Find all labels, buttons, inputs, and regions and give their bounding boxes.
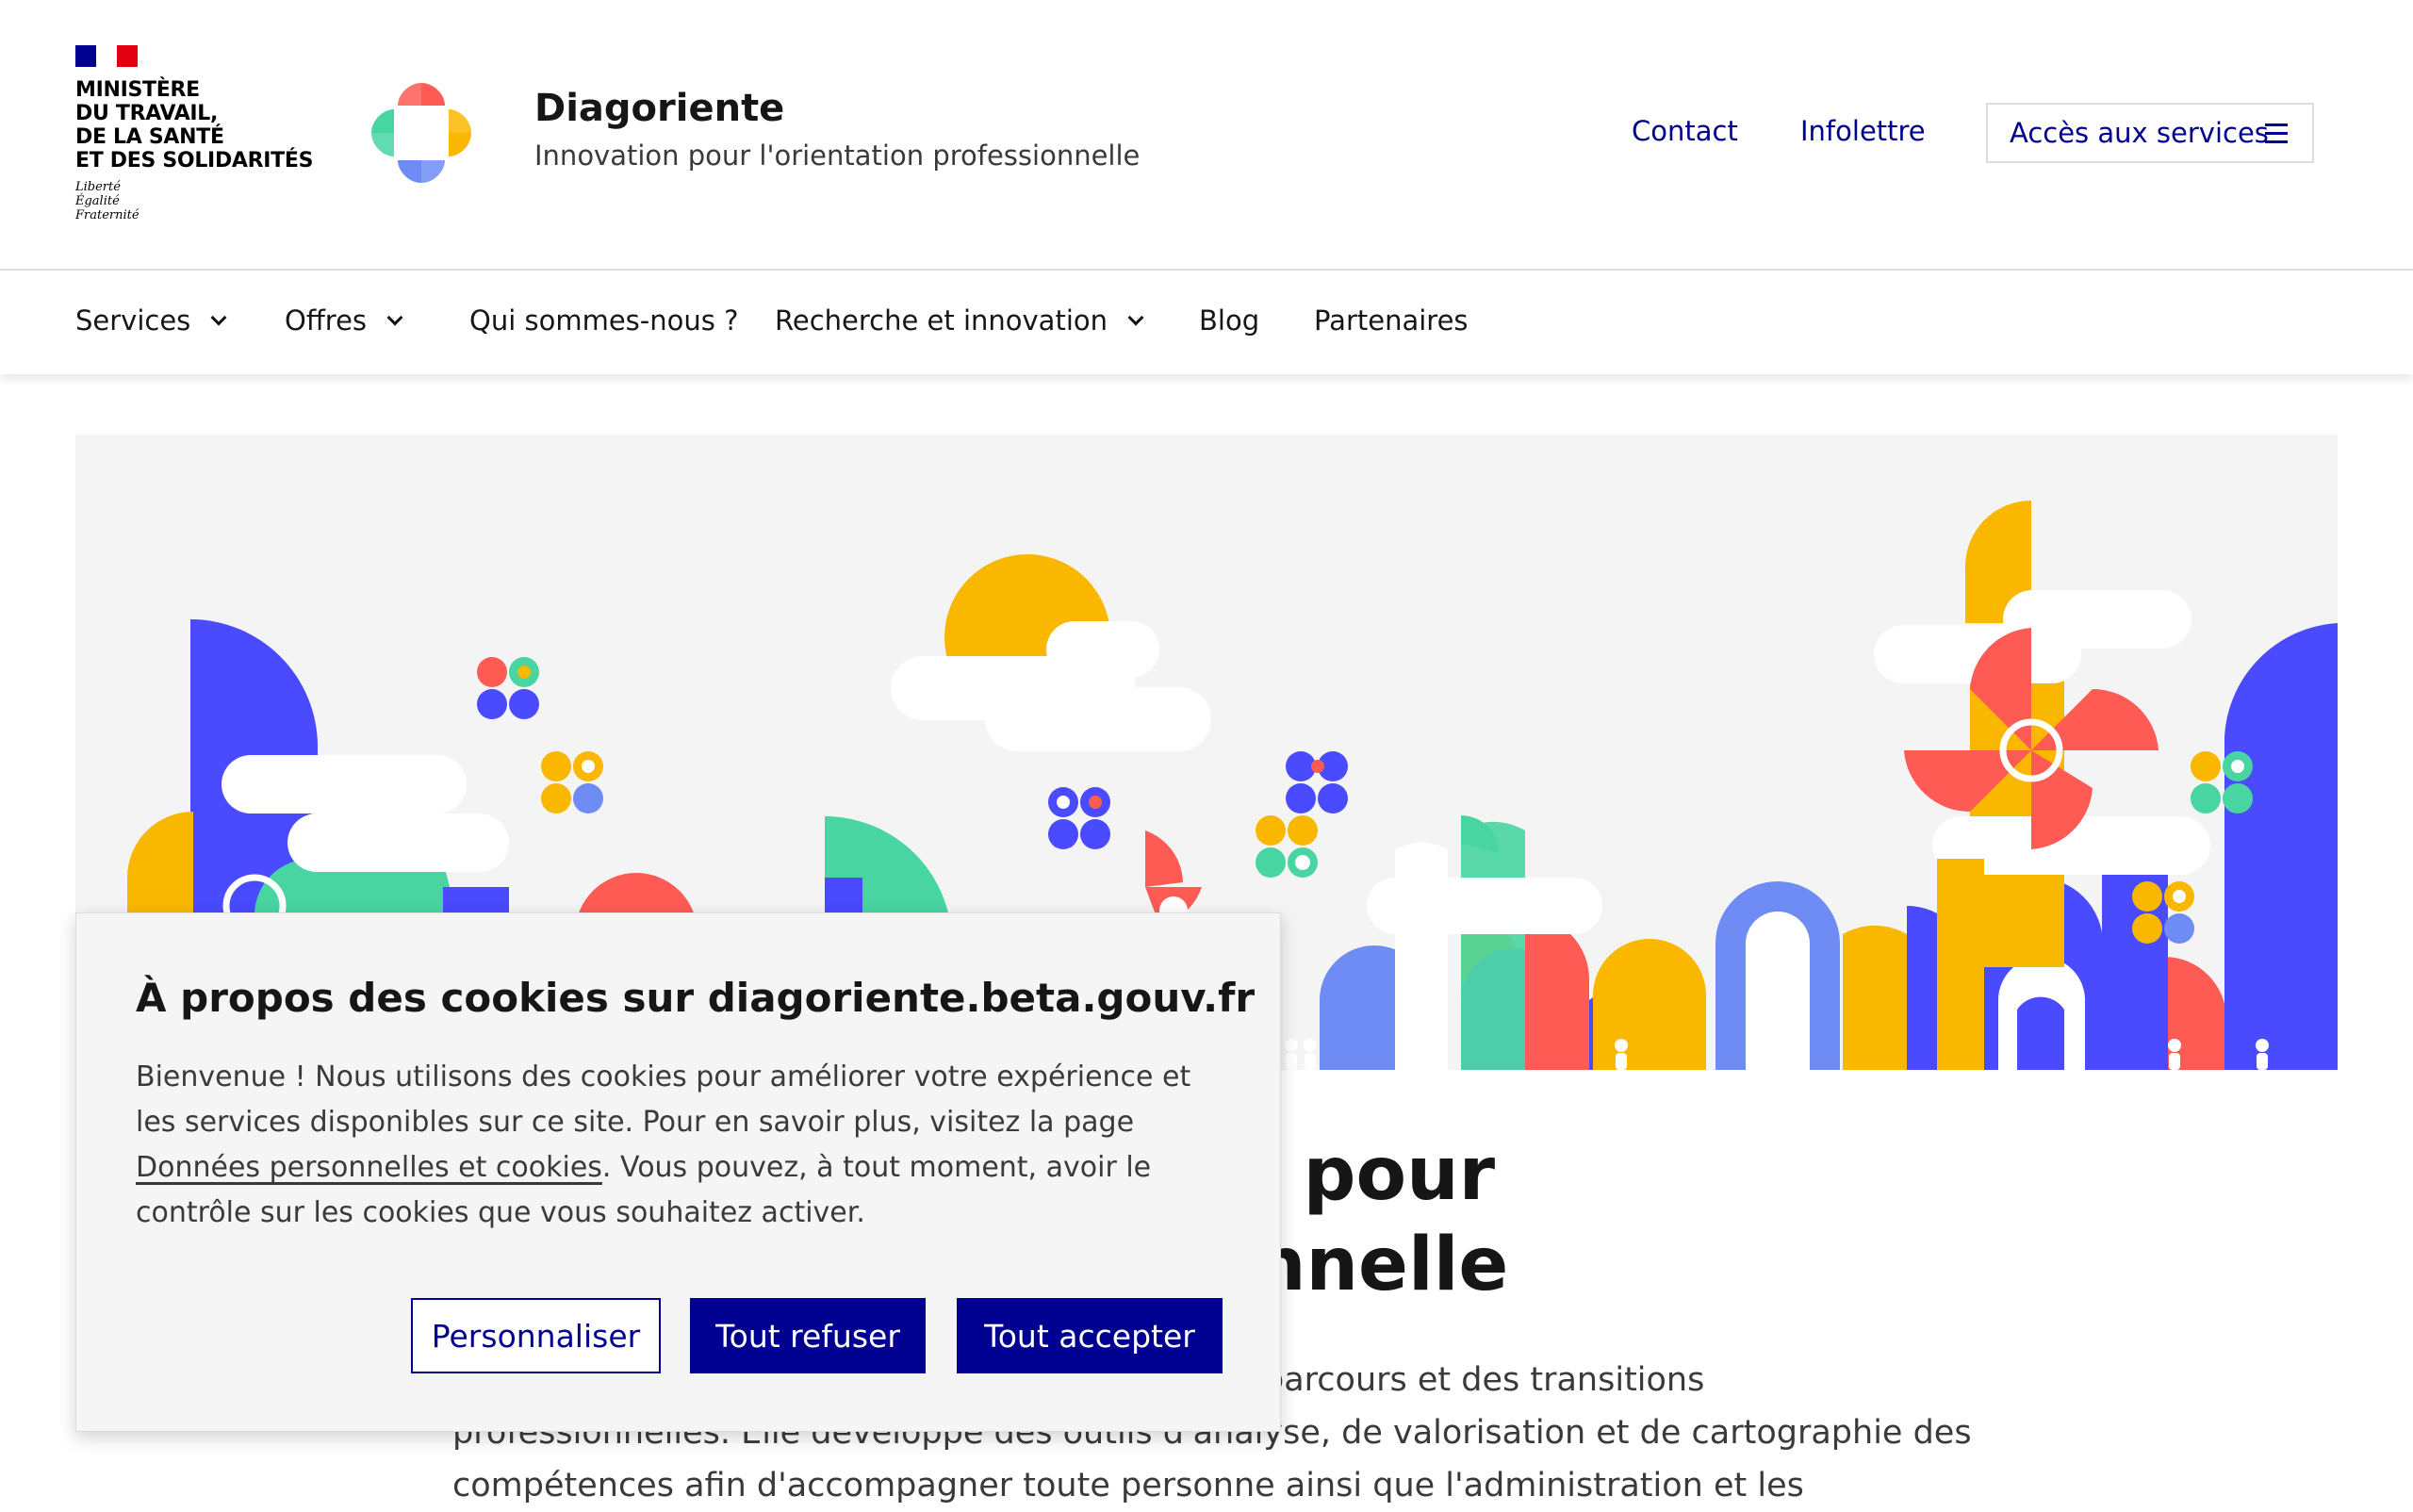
acces-services-button[interactable]: Accès aux services: [1986, 103, 2314, 163]
ministry-line: et des solidarités: [75, 149, 314, 173]
chevron-down-icon: [210, 309, 227, 326]
nav-item-qui-sommes-nous[interactable]: Qui sommes-nous ?: [469, 304, 738, 337]
brand-title[interactable]: Diagoriente: [534, 87, 784, 130]
chevron-down-icon: [386, 309, 403, 326]
brand-tagline: Innovation pour l'orientation profession…: [534, 140, 1141, 172]
nav-item-label: Blog: [1199, 304, 1260, 337]
cookie-consent-dialog: À propos des cookies sur diagoriente.bet…: [75, 912, 1281, 1432]
nav-item-recherche-innovation[interactable]: Recherche et innovation: [775, 304, 1144, 337]
ministry-line: de la santé: [75, 125, 224, 149]
nav-item-label: Qui sommes-nous ?: [469, 304, 739, 337]
personnaliser-button[interactable]: Personnaliser: [411, 1298, 661, 1373]
menu-icon: [2265, 123, 2288, 144]
marianne-flag-icon: [75, 45, 138, 67]
diagoriente-logo-icon[interactable]: [366, 77, 477, 189]
main-navigation: Services Offres Qui sommes-nous ? Recher…: [0, 272, 2413, 374]
nav-item-blog[interactable]: Blog: [1199, 304, 1259, 337]
nav-item-label: Services: [75, 304, 191, 337]
nav-item-partenaires[interactable]: Partenaires: [1314, 304, 1469, 337]
contact-link[interactable]: Contact: [1632, 115, 1738, 147]
clover: [477, 657, 539, 719]
nav-item-label: Offres: [285, 304, 368, 337]
cookie-text-intro: Bienvenue ! Nous utilisons des cookies p…: [136, 1060, 1191, 1139]
accept-all-button[interactable]: Tout accepter: [957, 1298, 1223, 1373]
cookie-description: Bienvenue ! Nous utilisons des cookies p…: [136, 1055, 1220, 1236]
nav-item-label: Recherche et innovation: [775, 304, 1108, 337]
cookie-title: À propos des cookies sur diagoriente.bet…: [136, 975, 1256, 1021]
ministry-line: Ministère: [75, 78, 200, 102]
nav-item-offres[interactable]: Offres: [285, 304, 403, 337]
motto-line: Liberté: [75, 180, 121, 194]
intro-line: compétences afin d'accompagner toute per…: [452, 1467, 1804, 1504]
nav-item-label: Partenaires: [1314, 304, 1469, 337]
republic-motto: Liberté Égalité Fraternité: [75, 180, 320, 222]
site-header: Ministère du travail, de la santé et des…: [0, 0, 2413, 271]
nav-item-services[interactable]: Services: [75, 304, 227, 337]
chevron-down-icon: [1127, 309, 1144, 326]
ministry-line: du travail,: [75, 102, 219, 125]
privacy-link[interactable]: Données personnelles et cookies: [136, 1151, 602, 1184]
acces-services-label: Accès aux services: [2010, 117, 2269, 149]
motto-line: Égalité: [75, 194, 120, 208]
infolettre-link[interactable]: Infolettre: [1800, 115, 1926, 147]
refuse-all-button[interactable]: Tout refuser: [690, 1298, 926, 1373]
motto-line: Fraternité: [75, 208, 140, 222]
ministry-logo[interactable]: Ministère du travail, de la santé et des…: [75, 45, 320, 222]
ministry-name: Ministère du travail, de la santé et des…: [75, 78, 320, 173]
